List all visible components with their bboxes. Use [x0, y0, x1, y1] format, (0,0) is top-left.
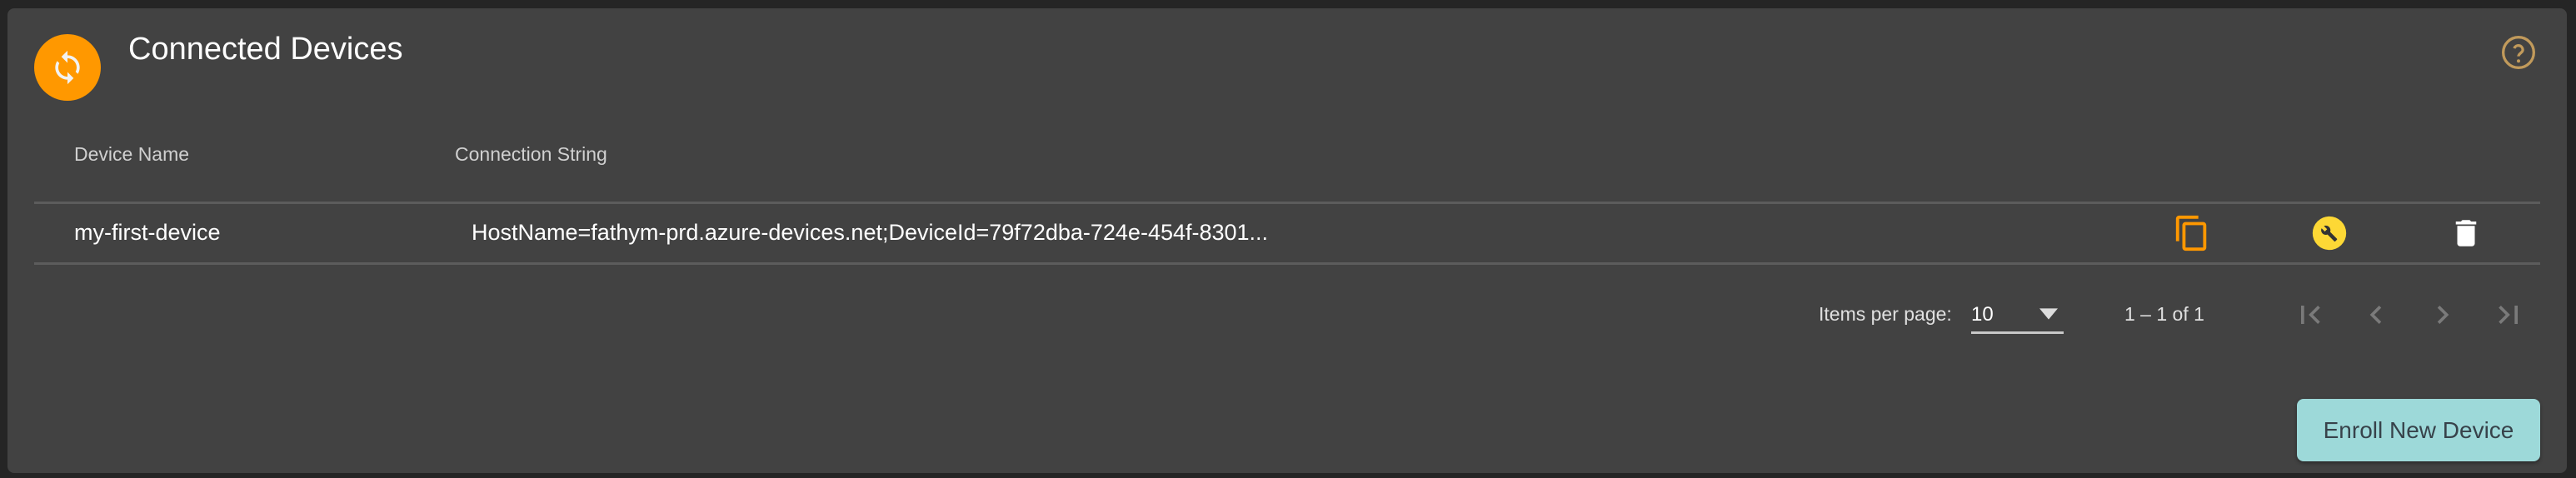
- previous-page-icon[interactable]: [2358, 296, 2394, 333]
- connection-string-cell: HostName=fathym-prd.azure-devices.net;De…: [472, 220, 1269, 245]
- divider: [34, 262, 2540, 265]
- help-circle-icon[interactable]: [2500, 34, 2537, 71]
- wrench-icon: [2312, 216, 2347, 251]
- divider: [34, 202, 2540, 204]
- delete-button[interactable]: [2446, 213, 2486, 253]
- sync-icon: [55, 50, 80, 85]
- items-per-page-select[interactable]: 10: [1971, 296, 2064, 334]
- avatar: [34, 34, 101, 101]
- trash-icon: [2455, 220, 2477, 246]
- chevron-down-icon: [2039, 308, 2058, 320]
- copy-icon: [2175, 215, 2207, 251]
- range-label: 1 – 1 of 1: [2124, 303, 2204, 325]
- page-title: Connected Devices: [128, 32, 403, 67]
- enroll-new-device-button[interactable]: Enroll New Device: [2297, 399, 2540, 461]
- first-page-icon[interactable]: [2292, 296, 2329, 333]
- column-header-device-name[interactable]: Device Name: [74, 143, 189, 166]
- items-per-page-label: Items per page:: [1819, 303, 1952, 325]
- last-page-icon[interactable]: [2490, 296, 2527, 333]
- next-page-icon[interactable]: [2424, 296, 2461, 333]
- column-header-connection-string[interactable]: Connection String: [455, 143, 607, 166]
- configure-button[interactable]: [2309, 213, 2349, 253]
- items-per-page-value: 10: [1971, 303, 1994, 326]
- copy-button[interactable]: [2172, 213, 2212, 253]
- device-name-cell: my-first-device: [74, 220, 221, 245]
